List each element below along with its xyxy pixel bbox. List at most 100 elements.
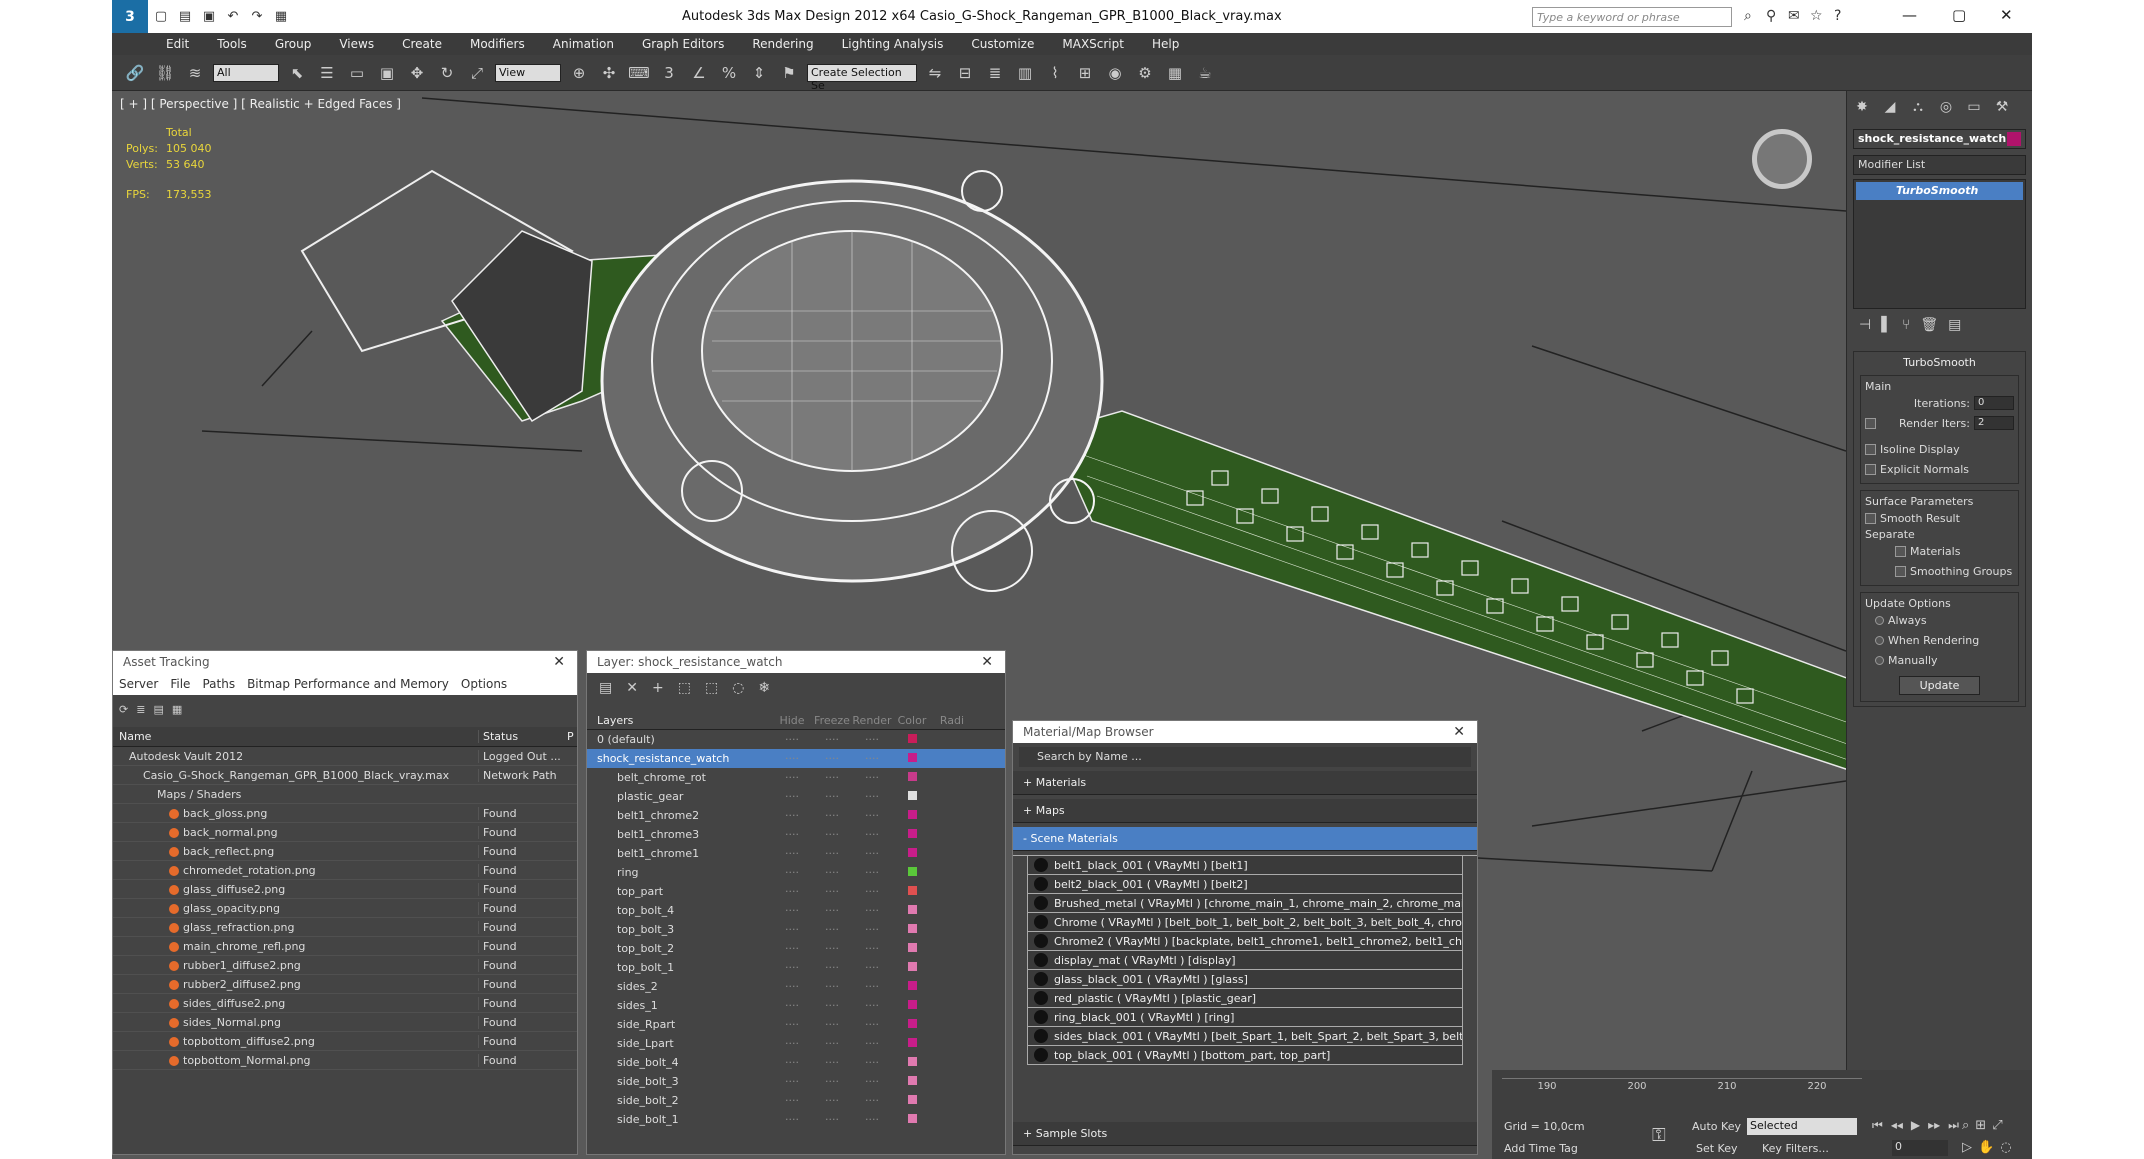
layer-row[interactable]: side_Lpart ···· ···· ····: [587, 1034, 1005, 1053]
make-unique-icon[interactable]: ⑂: [1902, 317, 1910, 333]
layer-row[interactable]: belt1_chrome1 ···· ···· ····: [587, 844, 1005, 863]
render-setup-icon[interactable]: ⚙: [1133, 61, 1157, 85]
menu-rendering[interactable]: Rendering: [752, 37, 813, 51]
material-editor-icon[interactable]: ◉: [1103, 61, 1127, 85]
layer-color-swatch[interactable]: [907, 772, 917, 781]
display-tab-icon[interactable]: ▭: [1963, 97, 1985, 117]
layer-color-swatch[interactable]: [907, 1019, 917, 1028]
layer-hide-toggle[interactable]: ····: [772, 1018, 812, 1031]
menu-help[interactable]: Help: [1152, 37, 1179, 51]
layer-hide-toggle[interactable]: ····: [772, 1056, 812, 1069]
binoculars-icon[interactable]: ⌕: [1744, 8, 1752, 24]
pan-icon[interactable]: ✋: [1978, 1140, 1994, 1155]
layer-freeze-toggle[interactable]: ····: [812, 1113, 852, 1126]
layer-render-toggle[interactable]: ····: [852, 885, 892, 898]
materials-checkbox[interactable]: [1895, 545, 1906, 557]
layer-hide-toggle[interactable]: ····: [772, 923, 812, 936]
asset-menu-paths[interactable]: Paths: [202, 677, 235, 691]
layer-col-layers[interactable]: Layers: [587, 714, 772, 727]
object-color-swatch[interactable]: [2007, 132, 2021, 146]
scene-material-item[interactable]: red_plastic ( VRayMtl ) [plastic_gear]: [1027, 989, 1463, 1008]
always-radio[interactable]: [1875, 615, 1884, 625]
asset-row[interactable]: Casio_G-Shock_Rangeman_GPR_B1000_Black_v…: [113, 766, 577, 785]
table-view-icon[interactable]: ▦: [172, 703, 182, 716]
layer-freeze-toggle[interactable]: ····: [812, 1018, 852, 1031]
scene-material-item[interactable]: belt2_black_001 ( VRayMtl ) [belt2]: [1027, 875, 1463, 894]
asset-row[interactable]: topbottom_Normal.png Found: [113, 1051, 577, 1070]
create-layer-icon[interactable]: ▤: [599, 680, 612, 696]
layer-row[interactable]: belt1_chrome3 ···· ···· ····: [587, 825, 1005, 844]
layer-render-toggle[interactable]: ····: [852, 866, 892, 879]
layer-row[interactable]: top_bolt_4 ···· ···· ····: [587, 901, 1005, 920]
asset-row[interactable]: back_reflect.png Found: [113, 842, 577, 861]
prev-frame-icon[interactable]: ◂◂: [1891, 1118, 1903, 1133]
layer-render-toggle[interactable]: ····: [852, 1018, 892, 1031]
maps-group[interactable]: + Maps: [1013, 799, 1477, 823]
configure-sets-icon[interactable]: ▤: [1948, 317, 1961, 333]
manually-radio[interactable]: [1875, 655, 1884, 665]
layer-hide-toggle[interactable]: ····: [772, 1075, 812, 1088]
layer-render-toggle[interactable]: ····: [852, 961, 892, 974]
object-name-field[interactable]: shock_resistance_watch: [1853, 129, 2026, 149]
menu-maxscript[interactable]: MAXScript: [1062, 37, 1124, 51]
asset-row[interactable]: glass_opacity.png Found: [113, 899, 577, 918]
layer-hide-toggle[interactable]: ····: [772, 1094, 812, 1107]
fov-icon[interactable]: ▷: [1962, 1140, 1972, 1155]
layer-color-swatch[interactable]: [907, 1000, 917, 1009]
refresh-icon[interactable]: ⟳: [119, 703, 128, 716]
add-time-tag[interactable]: Add Time Tag: [1504, 1142, 1578, 1155]
layer-row[interactable]: shock_resistance_watch ···· ···· ····: [587, 749, 1005, 768]
layer-color-swatch[interactable]: [907, 943, 917, 952]
schematic-view-icon[interactable]: ⊞: [1073, 61, 1097, 85]
current-frame-field[interactable]: 0: [1892, 1140, 1948, 1156]
maximize-icon[interactable]: ▢: [1952, 6, 1966, 24]
layer-render-toggle[interactable]: ····: [852, 733, 892, 746]
asset-row[interactable]: sides_Normal.png Found: [113, 1013, 577, 1032]
matbrowser-close-icon[interactable]: ✕: [1453, 724, 1465, 740]
layer-manager-icon[interactable]: ≣: [983, 61, 1007, 85]
asset-row[interactable]: topbottom_diffuse2.png Found: [113, 1032, 577, 1051]
layer-color-swatch[interactable]: [907, 753, 917, 762]
help-search-input[interactable]: Type a keyword or phrase: [1532, 7, 1732, 27]
modifier-list-dropdown[interactable]: Modifier List: [1853, 155, 2026, 175]
asset-row[interactable]: glass_refraction.png Found: [113, 918, 577, 937]
list-view-icon[interactable]: ≣: [136, 703, 145, 716]
layer-hide-toggle[interactable]: ····: [772, 904, 812, 917]
layer-hide-toggle[interactable]: ····: [772, 809, 812, 822]
layer-hide-toggle[interactable]: ····: [772, 961, 812, 974]
layer-hide-toggle[interactable]: ····: [772, 847, 812, 860]
selection-filter-dropdown[interactable]: All: [213, 63, 279, 82]
when-rendering-radio[interactable]: [1875, 635, 1884, 645]
layer-color-swatch[interactable]: [907, 810, 917, 819]
layer-hide-toggle[interactable]: ····: [772, 1113, 812, 1126]
move-icon[interactable]: ✥: [405, 61, 429, 85]
layer-hide-toggle[interactable]: ····: [772, 885, 812, 898]
update-button[interactable]: Update: [1898, 676, 1981, 695]
select-layer-icon[interactable]: ⬚: [678, 680, 691, 696]
layer-col-render[interactable]: Render: [852, 714, 892, 727]
layer-hide-toggle[interactable]: ····: [772, 999, 812, 1012]
link-icon[interactable]: 🔗: [123, 61, 147, 85]
play-icon[interactable]: ▶: [1911, 1118, 1920, 1133]
graphite-tools-icon[interactable]: ▥: [1013, 61, 1037, 85]
layer-color-swatch[interactable]: [907, 886, 917, 895]
zoom-extents-icon[interactable]: ⤢: [1992, 1118, 2002, 1133]
hierarchy-tab-icon[interactable]: ⛬: [1907, 97, 1929, 117]
menu-tools[interactable]: Tools: [217, 37, 247, 51]
goto-start-icon[interactable]: ⏮: [1872, 1118, 1883, 1133]
layer-color-swatch[interactable]: [907, 791, 917, 800]
mirror-icon[interactable]: ⇋: [923, 61, 947, 85]
layer-freeze-toggle[interactable]: ····: [812, 771, 852, 784]
communication-icon[interactable]: ✉: [1788, 8, 1800, 24]
layer-render-toggle[interactable]: ····: [852, 923, 892, 936]
asset-row[interactable]: main_chrome_refl.png Found: [113, 937, 577, 956]
scale-icon[interactable]: ⤢: [465, 61, 489, 85]
asset-menu-file[interactable]: File: [170, 677, 190, 691]
layer-hide-toggle[interactable]: ····: [772, 1037, 812, 1050]
asset-menu-server[interactable]: Server: [119, 677, 158, 691]
viewport-label[interactable]: [ + ] [ Perspective ] [ Realistic + Edge…: [120, 97, 401, 111]
layer-freeze-toggle[interactable]: ····: [812, 733, 852, 746]
viewcube-icon[interactable]: [1752, 129, 1812, 189]
render-iters-spinner[interactable]: 2: [1974, 416, 2014, 430]
key-icon[interactable]: ⚿: [1652, 1125, 1666, 1146]
